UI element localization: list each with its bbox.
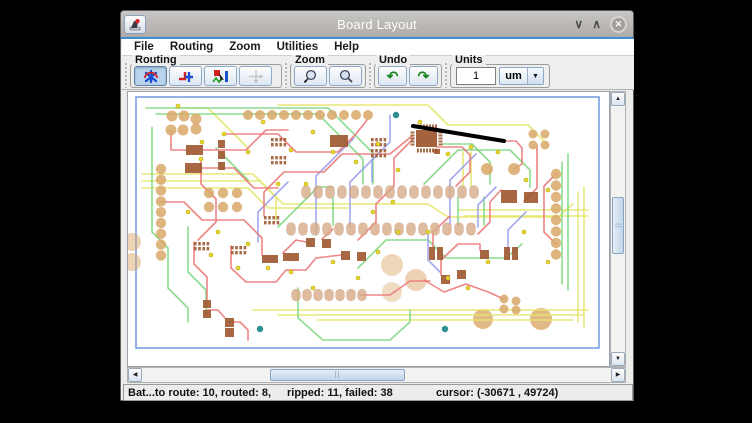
toolbar-group-units: Units um ▼ xyxy=(450,64,550,88)
zoom-out-button[interactable] xyxy=(329,66,362,86)
toolbar-grip[interactable] xyxy=(284,62,289,88)
undo-icon: ↶ xyxy=(387,69,399,83)
close-button[interactable]: ✕ xyxy=(610,16,627,33)
select-item-button[interactable] xyxy=(204,66,237,86)
vertical-scrollbar[interactable]: ▲ || ▼ xyxy=(610,91,626,367)
toolbar-group-zoom: Zoom xyxy=(290,64,366,88)
interactive-route-icon xyxy=(177,69,195,84)
units-value-field[interactable] xyxy=(456,67,496,85)
status-route-counts: Bat...to route: 10, routed: 8, xyxy=(128,387,271,399)
horizontal-scrollbar-thumb[interactable]: || xyxy=(270,369,405,381)
toolbar-group-label: Undo xyxy=(376,55,410,66)
menu-zoom[interactable]: Zoom xyxy=(221,41,268,53)
autoroute-icon xyxy=(142,69,160,84)
maximize-button[interactable]: ∧ xyxy=(592,18,601,30)
status-bar: Bat...to route: 10, routed: 8, ripped: 1… xyxy=(123,384,633,401)
board-layout-window: Board Layout ∨ ∧ ✕ File Routing Zoom Uti… xyxy=(120,10,634,401)
redo-icon: ↷ xyxy=(418,69,430,83)
menu-bar: File Routing Zoom Utilities Help xyxy=(122,39,634,56)
menu-help[interactable]: Help xyxy=(326,41,367,53)
toolbar-grip[interactable] xyxy=(368,62,373,88)
toolbar-group-undo: Undo ↶ ↷ xyxy=(374,64,442,88)
status-cursor-position: cursor: (-30671 , 49724) xyxy=(436,387,558,399)
select-item-icon xyxy=(212,69,230,84)
scroll-down-button[interactable]: ▼ xyxy=(611,352,625,366)
title-bar[interactable]: Board Layout ∨ ∧ ✕ xyxy=(121,11,633,37)
interactive-route-button[interactable] xyxy=(169,66,202,86)
vertical-scrollbar-thumb[interactable]: || xyxy=(612,197,624,254)
window-title: Board Layout xyxy=(121,17,633,32)
horizontal-scrollbar[interactable]: ◀ || ▶ xyxy=(127,367,626,383)
menu-routing[interactable]: Routing xyxy=(162,41,221,53)
board-canvas[interactable] xyxy=(127,91,610,367)
scroll-left-button[interactable]: ◀ xyxy=(128,368,142,382)
scroll-up-button[interactable]: ▲ xyxy=(611,92,625,106)
zoom-in-button[interactable] xyxy=(294,66,327,86)
toolbar-group-label: Zoom xyxy=(292,55,328,66)
toolbar-grip[interactable] xyxy=(124,62,129,88)
units-selected-value: um xyxy=(500,68,527,84)
toolbar-group-routing: Routing xyxy=(130,64,282,88)
move-item-icon xyxy=(247,69,265,84)
toolbar: Routing xyxy=(122,56,634,90)
toolbar-group-label: Routing xyxy=(132,55,180,66)
units-combobox[interactable]: um ▼ xyxy=(499,67,544,85)
minimize-button[interactable]: ∨ xyxy=(574,18,583,30)
desktop-background: Board Layout ∨ ∧ ✕ File Routing Zoom Uti… xyxy=(0,0,752,423)
chevron-down-icon[interactable]: ▼ xyxy=(527,68,543,84)
toolbar-grip[interactable] xyxy=(444,62,449,88)
undo-button[interactable]: ↶ xyxy=(378,66,407,86)
status-ripped-failed: ripped: 11, failed: 38 xyxy=(287,387,393,399)
move-item-button[interactable] xyxy=(239,66,272,86)
menu-file[interactable]: File xyxy=(126,41,162,53)
menu-utilities[interactable]: Utilities xyxy=(269,41,327,53)
autoroute-button[interactable] xyxy=(134,66,167,86)
scrollbar-grip: || xyxy=(335,372,341,379)
toolbar-group-label: Units xyxy=(452,55,486,66)
zoom-out-icon xyxy=(337,69,354,84)
scrollbar-grip: || xyxy=(615,223,622,229)
scroll-right-button[interactable]: ▶ xyxy=(611,368,625,382)
pcb-layout-drawing xyxy=(128,92,610,367)
zoom-in-icon xyxy=(302,69,319,84)
redo-button[interactable]: ↷ xyxy=(409,66,438,86)
